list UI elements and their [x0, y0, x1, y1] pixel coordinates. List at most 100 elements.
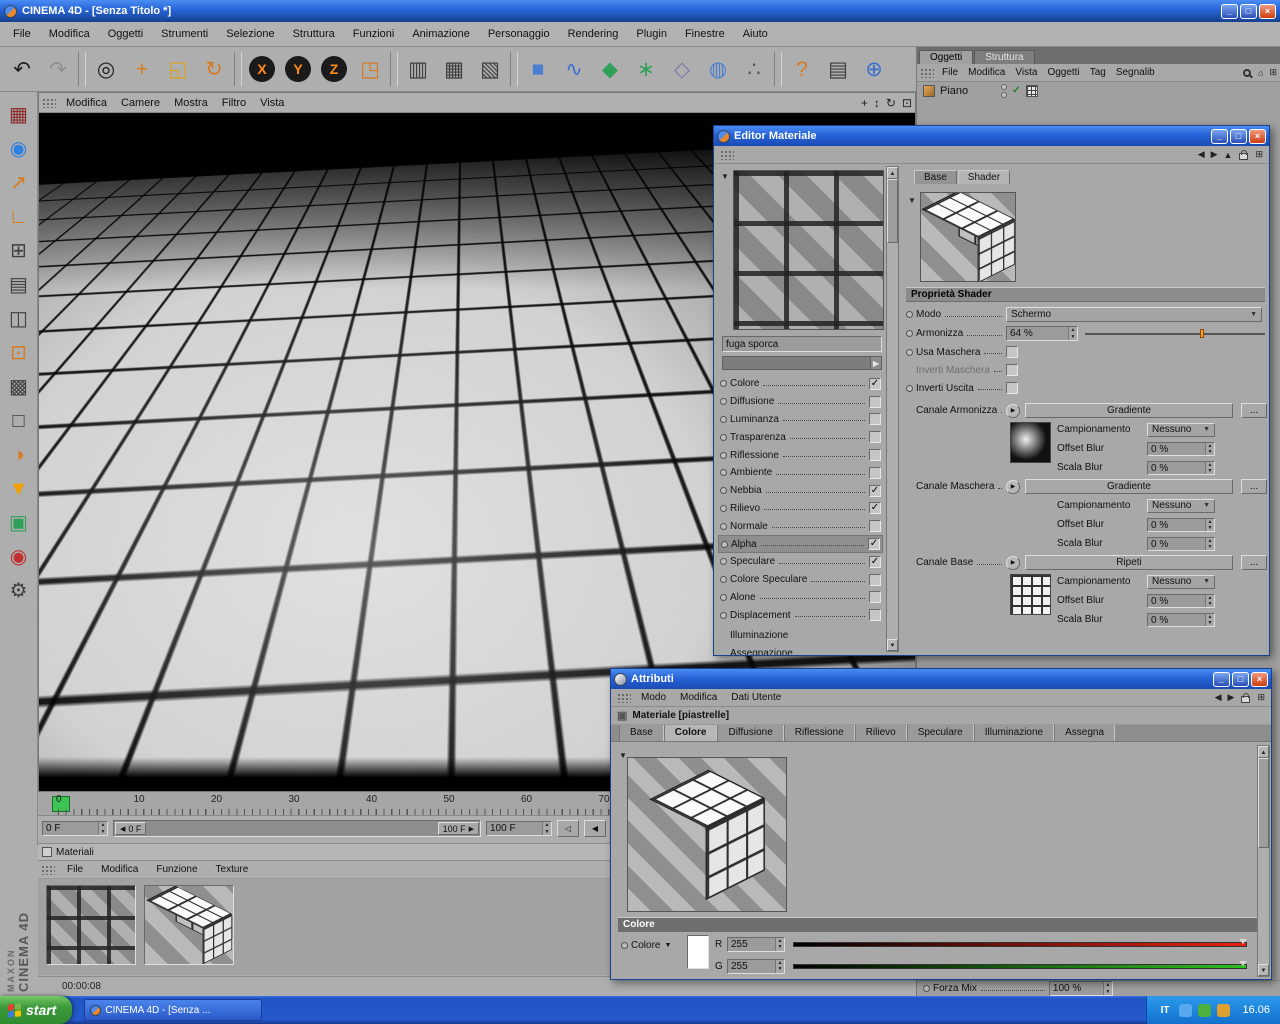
- checker-icon[interactable]: ▩: [3, 370, 35, 404]
- animation-dot[interactable]: [720, 469, 727, 477]
- animation-dot[interactable]: [720, 576, 727, 584]
- materials-menu-item[interactable]: Texture: [207, 862, 258, 877]
- animation-dot[interactable]: [906, 348, 913, 356]
- viewport-menu-item[interactable]: Filtro: [215, 96, 253, 110]
- move-tool-icon[interactable]: +: [124, 49, 160, 89]
- material-channel-row[interactable]: Colore Speculare: [718, 571, 883, 589]
- grip-handle[interactable]: [920, 67, 934, 78]
- channel-checkbox[interactable]: [869, 466, 881, 479]
- help-icon[interactable]: ?: [784, 49, 820, 89]
- close-button[interactable]: ×: [1251, 671, 1268, 687]
- menu-item[interactable]: Oggetti: [99, 26, 152, 42]
- add-particles-icon[interactable]: ∴: [736, 49, 772, 89]
- material-channel-row[interactable]: Ambiente: [718, 464, 883, 482]
- current-frame-field[interactable]: 0 F ▲ ▼: [42, 821, 108, 836]
- channel-checkbox[interactable]: [869, 555, 881, 568]
- workplane-icon[interactable]: ⊡: [3, 336, 35, 370]
- animation-dot[interactable]: [923, 985, 930, 992]
- panes-icon[interactable]: ◫: [3, 302, 35, 336]
- green-value-field[interactable]: 255 ▲ ▼: [727, 958, 785, 974]
- color-swatch[interactable]: [687, 935, 709, 969]
- scala-blur-stepper[interactable]: 0 % ▲ ▼: [1147, 460, 1215, 475]
- enable-check-icon[interactable]: ✓: [1012, 85, 1020, 96]
- red-value-field[interactable]: 255 ▲ ▼: [727, 936, 785, 952]
- selection-frame-icon[interactable]: □: [3, 404, 35, 438]
- animation-dot[interactable]: [720, 433, 727, 441]
- offset-blur-stepper[interactable]: 0 % ▲ ▼: [1147, 441, 1215, 456]
- start-button[interactable]: start: [0, 996, 73, 1024]
- channel-checkbox[interactable]: [869, 573, 881, 586]
- spinner-arrows[interactable]: ▲ ▼: [775, 959, 784, 973]
- armonizza-stepper[interactable]: 64 % ▲ ▼: [1006, 326, 1078, 341]
- close-button[interactable]: ×: [1249, 128, 1266, 144]
- material-channel-row[interactable]: Colore: [718, 375, 883, 393]
- previous-frame-button[interactable]: ◀: [584, 820, 606, 837]
- go-to-start-button[interactable]: ◁: [557, 820, 579, 837]
- attributi-tab[interactable]: Diffusione: [717, 725, 784, 741]
- material-channel-row[interactable]: Diffusione: [718, 393, 883, 411]
- object-menu-item[interactable]: Segnalib: [1111, 67, 1160, 78]
- add-nurbs-icon[interactable]: ◆: [592, 49, 628, 89]
- texture-tag-icon[interactable]: [1025, 84, 1038, 97]
- material-preview[interactable]: [627, 757, 787, 912]
- lock-z-icon[interactable]: Z: [316, 49, 352, 89]
- inverti-maschera-checkbox[interactable]: [1006, 364, 1018, 376]
- channel-checkbox[interactable]: [869, 413, 881, 426]
- attributi-menu-item[interactable]: Modo: [634, 692, 673, 703]
- channel-expand-button[interactable]: ▶: [1006, 555, 1020, 570]
- collapse-triangle-icon[interactable]: ▼: [721, 172, 729, 181]
- animation-dot[interactable]: [720, 558, 727, 566]
- material-channel-row[interactable]: Riflessione: [718, 446, 883, 464]
- undo-icon[interactable]: ↶: [4, 49, 40, 89]
- viewport-menu-item[interactable]: Mostra: [167, 96, 215, 110]
- attributi-tab[interactable]: Illuminazione: [973, 725, 1055, 741]
- grip-handle[interactable]: [41, 864, 55, 875]
- redo-icon[interactable]: ↷: [40, 49, 76, 89]
- scala-blur-stepper[interactable]: 0 % ▲ ▼: [1147, 612, 1215, 627]
- more-options-button[interactable]: ...: [1241, 555, 1267, 570]
- object-menu-item[interactable]: Oggetti: [1042, 67, 1084, 78]
- back-icon[interactable]: ◀: [1212, 692, 1225, 703]
- object-menu-item[interactable]: File: [937, 67, 963, 78]
- object-name[interactable]: Piano: [940, 85, 968, 97]
- animation-dot[interactable]: [906, 311, 913, 318]
- channel-checkbox[interactable]: [869, 520, 881, 533]
- lock-icon[interactable]: [1241, 692, 1251, 703]
- attributi-tab[interactable]: Speculare: [906, 725, 974, 741]
- spinner-arrows[interactable]: ▲ ▼: [1068, 327, 1077, 340]
- grip-handle[interactable]: [720, 149, 734, 160]
- animation-dot[interactable]: [720, 451, 727, 459]
- object-menu-item[interactable]: Tag: [1085, 67, 1111, 78]
- dock-icon[interactable]: ⊞: [1254, 692, 1268, 703]
- toggle-view-icon[interactable]: ⊡: [899, 96, 915, 110]
- sphere-tool-icon[interactable]: ◑: [3, 438, 35, 472]
- dolly-view-icon[interactable]: ↕: [871, 96, 883, 110]
- shader-texture-preview[interactable]: [733, 170, 884, 330]
- channel-expand-button[interactable]: ▶: [1006, 479, 1020, 494]
- viewport-menu-item[interactable]: Vista: [253, 96, 291, 110]
- restore-button[interactable]: □: [1240, 3, 1257, 19]
- campionamento-dropdown[interactable]: Nessuno ▼: [1147, 498, 1215, 513]
- taskbar-task-cinema4d[interactable]: CINEMA 4D - [Senza ...: [84, 999, 263, 1021]
- slider-handle[interactable]: [1200, 329, 1205, 338]
- menu-item[interactable]: Struttura: [284, 26, 344, 42]
- manager-tab[interactable]: Struttura: [974, 50, 1035, 64]
- attributi-tab[interactable]: Rilievo: [854, 725, 907, 741]
- end-frame-field[interactable]: 100 F ▲ ▼: [486, 821, 552, 836]
- material-channel-row[interactable]: Speculare: [718, 553, 883, 571]
- range-end-handle[interactable]: 100 F ▶: [437, 822, 479, 835]
- attributi-tab[interactable]: Colore: [663, 725, 718, 741]
- channel-checkbox[interactable]: [869, 431, 881, 444]
- menu-item[interactable]: Animazione: [403, 26, 478, 42]
- material-channel-row[interactable]: Rilievo: [718, 500, 883, 518]
- cubes-icon[interactable]: ▣: [3, 506, 35, 540]
- grid-icon[interactable]: ⊞: [3, 234, 35, 268]
- materials-menu-item[interactable]: File: [58, 862, 92, 877]
- maximize-button[interactable]: □: [1230, 128, 1247, 144]
- menu-item[interactable]: Personaggio: [479, 26, 559, 42]
- menu-item[interactable]: Strumenti: [152, 26, 217, 42]
- attributi-tab[interactable]: Riflessione: [783, 725, 855, 741]
- lock-y-icon[interactable]: Y: [280, 49, 316, 89]
- content-browser-icon[interactable]: ▤: [820, 49, 856, 89]
- maximize-button[interactable]: □: [1232, 671, 1249, 687]
